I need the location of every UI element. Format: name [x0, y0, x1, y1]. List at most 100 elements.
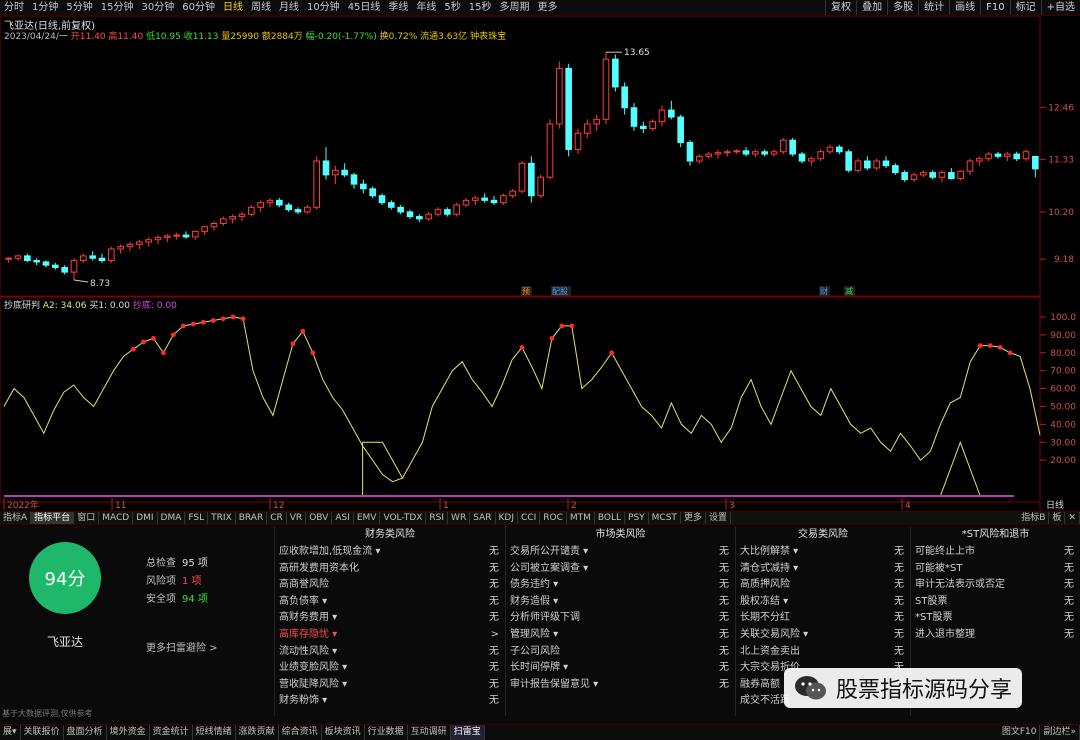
indicator-tab[interactable]: TRIX	[208, 512, 236, 524]
risk-item[interactable]: 财务造假 ▾ 无	[506, 594, 735, 611]
period-option[interactable]: 日线	[219, 0, 247, 15]
bottom-tab[interactable]: 综合资讯	[279, 725, 322, 740]
risk-item[interactable]: 高质押风险 无	[736, 577, 910, 594]
bottom-tab[interactable]: 境外资金	[107, 725, 150, 740]
indicator-tab[interactable]: VOL-TDX	[380, 512, 427, 524]
bottom-tab[interactable]: 互动调研	[408, 725, 451, 740]
chart-area[interactable]: 12.46 11.33 10.20 9.18 13.65 8.73 预 配股 财 减 100.0 90…	[0, 16, 1080, 510]
bottom-tab[interactable]: 关联报价	[21, 725, 64, 740]
bottom-right-button[interactable]: 副边栏»	[1040, 725, 1080, 740]
indicator-tab[interactable]: DMI	[133, 512, 158, 524]
indicator-tab[interactable]: ASI	[332, 512, 354, 524]
toolbar-tool-button[interactable]: 多股	[887, 0, 918, 15]
toolbar-tool-button[interactable]: 统计	[918, 0, 949, 15]
bottom-tab[interactable]: 盘面分析	[64, 725, 107, 740]
indicator-tab[interactable]: PSY	[625, 512, 649, 524]
risk-item[interactable]: 债务违约 ▾ 无	[506, 577, 735, 594]
period-option[interactable]: 多周期	[496, 0, 534, 15]
toolbar-tool-button[interactable]: 复权	[825, 0, 856, 15]
period-option[interactable]: 年线	[412, 0, 440, 15]
risk-item[interactable]: 业绩变脸风险 ▾ 无	[275, 660, 505, 677]
indicator-tab[interactable]: MCST	[649, 512, 681, 524]
risk-item[interactable]: 审计报告保留意见 ▾ 无	[506, 677, 735, 694]
bottom-tab[interactable]: 展▾	[0, 725, 21, 740]
bottom-tab[interactable]: 板块资讯	[322, 725, 365, 740]
indicator-tab[interactable]: FSL	[185, 512, 209, 524]
period-option[interactable]: 30分钟	[137, 0, 178, 15]
more-scan-link[interactable]: 更多扫雷避险 >	[146, 639, 218, 654]
indicator-tab[interactable]: ROC	[540, 512, 567, 524]
risk-item[interactable]: 进入退市整理 无	[911, 627, 1080, 644]
risk-item[interactable]: 营收陡降风险 ▾ 无	[275, 677, 505, 694]
toolbar-tool-button[interactable]: +自选	[1040, 0, 1080, 15]
risk-item[interactable]: 北上资金卖出 无	[736, 644, 910, 661]
indicator-tab[interactable]: EMV	[354, 512, 381, 524]
risk-item[interactable]: *ST股票 无	[911, 610, 1080, 627]
indicator-tab[interactable]: RSI	[426, 512, 449, 524]
risk-item[interactable]: ST股票 无	[911, 594, 1080, 611]
indicator-tab[interactable]: VR	[287, 512, 307, 524]
indicator-tab[interactable]: BRAR	[236, 512, 268, 524]
risk-item[interactable]: 清仓式减持 ▾ 无	[736, 561, 910, 578]
indicator-tab[interactable]: MACD	[99, 512, 134, 524]
tab-right-control[interactable]: 板	[1049, 512, 1066, 524]
bottom-right-button[interactable]: 图文F10	[999, 725, 1041, 740]
period-option[interactable]: 分时	[0, 0, 28, 15]
period-option[interactable]: 更多	[534, 0, 562, 15]
risk-item[interactable]: 高负债率 ▾ 无	[275, 594, 505, 611]
period-option[interactable]: 5分钟	[62, 0, 96, 15]
indicator-tab[interactable]: DMA	[158, 512, 186, 524]
period-option[interactable]: 15秒	[465, 0, 496, 15]
risk-item[interactable]: 交易所公开谴责 ▾ 无	[506, 544, 735, 561]
bottom-tab[interactable]: 涨跌贡献	[236, 725, 279, 740]
period-option[interactable]: 10分钟	[303, 0, 344, 15]
period-option[interactable]: 周线	[247, 0, 275, 15]
toolbar-tool-button[interactable]: 画线	[949, 0, 980, 15]
risk-item[interactable]: 长期不分红 无	[736, 610, 910, 627]
bottom-tab[interactable]: 扫雷宝	[450, 725, 485, 740]
tab-right-control[interactable]: ✕	[1065, 512, 1080, 524]
indicator-tab[interactable]: OBV	[306, 512, 333, 524]
indicator-tab[interactable]: BOLL	[595, 512, 626, 524]
sector-tag[interactable]: 钟表珠宝	[470, 32, 506, 42]
toolbar-tool-button[interactable]: 标记	[1009, 0, 1041, 15]
risk-item[interactable]: 可能被*ST 无	[911, 561, 1080, 578]
indicator-tab[interactable]: KDJ	[496, 512, 518, 524]
risk-item[interactable]: 高库存隐忧 ▾ >	[275, 627, 505, 644]
period-option[interactable]: 1分钟	[28, 0, 62, 15]
indicator-tab[interactable]: CCI	[518, 512, 541, 524]
risk-item[interactable]: 关联交易风险 ▾ 无	[736, 627, 910, 644]
indicator-tab[interactable]: 指标A	[0, 512, 32, 524]
indicator-name[interactable]: 抄底研判	[4, 301, 40, 311]
indicator-tab[interactable]: 更多	[681, 512, 706, 524]
risk-item[interactable]: 审计无法表示或否定 无	[911, 577, 1080, 594]
risk-item[interactable]: 可能终止上市 无	[911, 544, 1080, 561]
risk-item[interactable]: 股权冻结 ▾ 无	[736, 594, 910, 611]
risk-item[interactable]: 高研发费用资本化 无	[275, 561, 505, 578]
bottom-tab[interactable]: 短线情绪	[193, 725, 236, 740]
period-option[interactable]: 季线	[384, 0, 412, 15]
risk-item[interactable]: 应收款增加,低现金流 ▾ 无	[275, 544, 505, 561]
risk-item[interactable]: 公司被立案调查 ▾ 无	[506, 561, 735, 578]
indicator-tab[interactable]: MTM	[567, 512, 595, 524]
risk-item[interactable]: 高财务费用 ▾ 无	[275, 610, 505, 627]
period-option[interactable]: 月线	[275, 0, 303, 15]
bottom-tab[interactable]: 行业数据	[365, 725, 408, 740]
toolbar-tool-button[interactable]: 叠加	[856, 0, 887, 15]
risk-item[interactable]: 长时间停牌 ▾ 无	[506, 660, 735, 677]
tab-right-control[interactable]: 指标B	[1018, 512, 1050, 524]
risk-item[interactable]: 大比例解禁 ▾ 无	[736, 544, 910, 561]
indicator-tab[interactable]: 设置	[706, 512, 731, 524]
indicator-tab[interactable]: 窗口	[74, 512, 100, 524]
indicator-tab[interactable]: 指标平台	[31, 512, 75, 524]
bottom-tab[interactable]: 资金统计	[150, 725, 193, 740]
risk-item[interactable]: 流动性风险 ▾ 无	[275, 644, 505, 661]
risk-item[interactable]: 子公司风险 无	[506, 644, 735, 661]
risk-item[interactable]: 管理风险 ▾ 无	[506, 627, 735, 644]
risk-item[interactable]: 分析师评级下调 无	[506, 610, 735, 627]
period-option[interactable]: 5秒	[440, 0, 464, 15]
toolbar-tool-button[interactable]: F10	[980, 0, 1009, 15]
period-option[interactable]: 60分钟	[178, 0, 219, 15]
indicator-tab[interactable]: SAR	[470, 512, 496, 524]
period-option[interactable]: 45日线	[344, 0, 385, 15]
